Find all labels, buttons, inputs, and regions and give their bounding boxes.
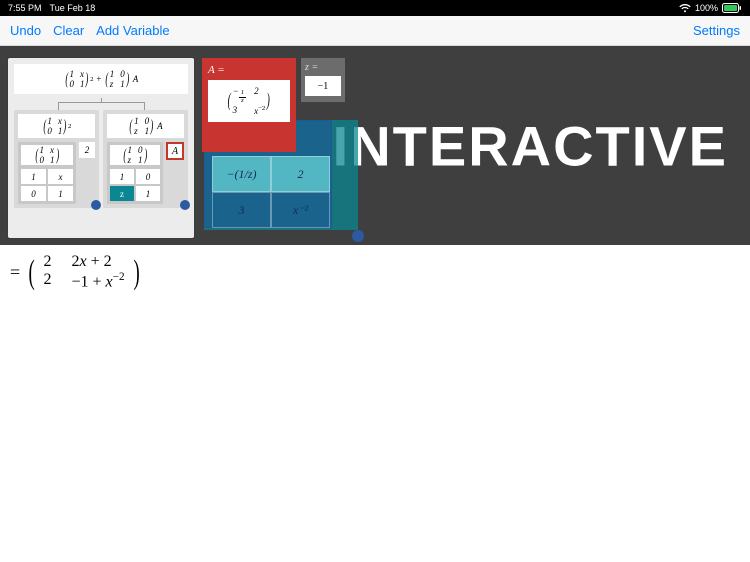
- tree-branch-left: 1x012 1x01 1 x 0 1: [14, 110, 99, 208]
- tree-left-matrix-box[interactable]: 1x01 1 x 0 1: [18, 142, 76, 204]
- tree-right-var[interactable]: A: [166, 142, 184, 160]
- undo-button[interactable]: Undo: [10, 23, 41, 38]
- status-date: Tue Feb 18: [50, 3, 96, 13]
- battery-percent: 100%: [695, 3, 718, 13]
- result-m21: 2: [43, 271, 51, 291]
- tree-right-node[interactable]: 10z1 A: [107, 114, 184, 138]
- tree-connector: [14, 98, 188, 110]
- add-variable-button[interactable]: Add Variable: [96, 23, 169, 38]
- result-m22: −1 + x−2: [71, 271, 124, 291]
- variable-z-panel[interactable]: z = −1: [301, 58, 345, 102]
- result-m11: 2: [43, 253, 51, 271]
- expression-tree-panel: 1x012 + 10z1 A 1x012 1x01 1: [8, 58, 194, 238]
- variable-A-value: −1z2 3x−2: [208, 80, 290, 122]
- app-toolbar: Undo Clear Add Variable Settings: [0, 16, 750, 46]
- variable-A-panel[interactable]: A = −1z2 3x−2: [202, 58, 296, 152]
- variable-A-label: A =: [208, 64, 290, 76]
- hero-banner: INTERACTIVE 1x012 + 10z1 A 1x012 1x01: [0, 46, 750, 245]
- paren-close-icon: ): [133, 259, 139, 286]
- drag-handle-icon[interactable]: [352, 230, 364, 242]
- clear-button[interactable]: Clear: [53, 23, 84, 38]
- variable-A-matrix-grid: −(1/z) 2 3 x⁻²: [212, 156, 330, 228]
- ios-status-bar: 7:55 PM Tue Feb 18 100%: [0, 0, 750, 16]
- variable-z-label: z =: [305, 62, 341, 73]
- matrix-cell[interactable]: x: [48, 169, 73, 184]
- drag-handle-icon[interactable]: [180, 200, 190, 210]
- result-matrix: 2 2x + 2 2 −1 + x−2: [43, 253, 124, 291]
- matrix-cell[interactable]: 1: [48, 186, 73, 201]
- matrix-cell[interactable]: 0: [21, 186, 46, 201]
- tree-left-node[interactable]: 1x012: [18, 114, 95, 138]
- battery-icon: [722, 3, 742, 13]
- variable-panels: −(1/z) 2 3 x⁻² A = −1z2 3x−2 z = −1: [202, 58, 360, 238]
- result-expression: = ( 2 2x + 2 2 −1 + x−2 ): [0, 245, 750, 299]
- wifi-icon: [679, 4, 691, 13]
- matrix-cell[interactable]: 1: [110, 169, 134, 184]
- matrix-cell[interactable]: x⁻²: [271, 192, 330, 228]
- tree-right-matrix-box[interactable]: 10z1 1 0 z 1: [107, 142, 163, 204]
- status-time: 7:55 PM: [8, 3, 42, 13]
- equals-sign: =: [10, 262, 20, 283]
- settings-button[interactable]: Settings: [693, 23, 740, 38]
- matrix-cell[interactable]: z: [110, 186, 134, 201]
- matrix-cell[interactable]: 2: [271, 156, 330, 192]
- variable-z-value: −1: [305, 76, 341, 96]
- matrix-cell[interactable]: 0: [136, 169, 160, 184]
- matrix-cell[interactable]: 1: [136, 186, 160, 201]
- tree-left-scalar[interactable]: 2: [79, 142, 95, 158]
- tree-branch-right: 10z1 A 10z1 1 0 z 1: [103, 110, 188, 208]
- hero-headline: INTERACTIVE: [333, 113, 728, 178]
- matrix-cell[interactable]: 1: [21, 169, 46, 184]
- tree-root-node[interactable]: 1x012 + 10z1 A: [14, 64, 188, 94]
- result-m12: 2x + 2: [71, 253, 124, 271]
- paren-open-icon: (: [29, 259, 35, 286]
- matrix-cell[interactable]: 3: [212, 192, 271, 228]
- drag-handle-icon[interactable]: [91, 200, 101, 210]
- matrix-cell[interactable]: −(1/z): [212, 156, 271, 192]
